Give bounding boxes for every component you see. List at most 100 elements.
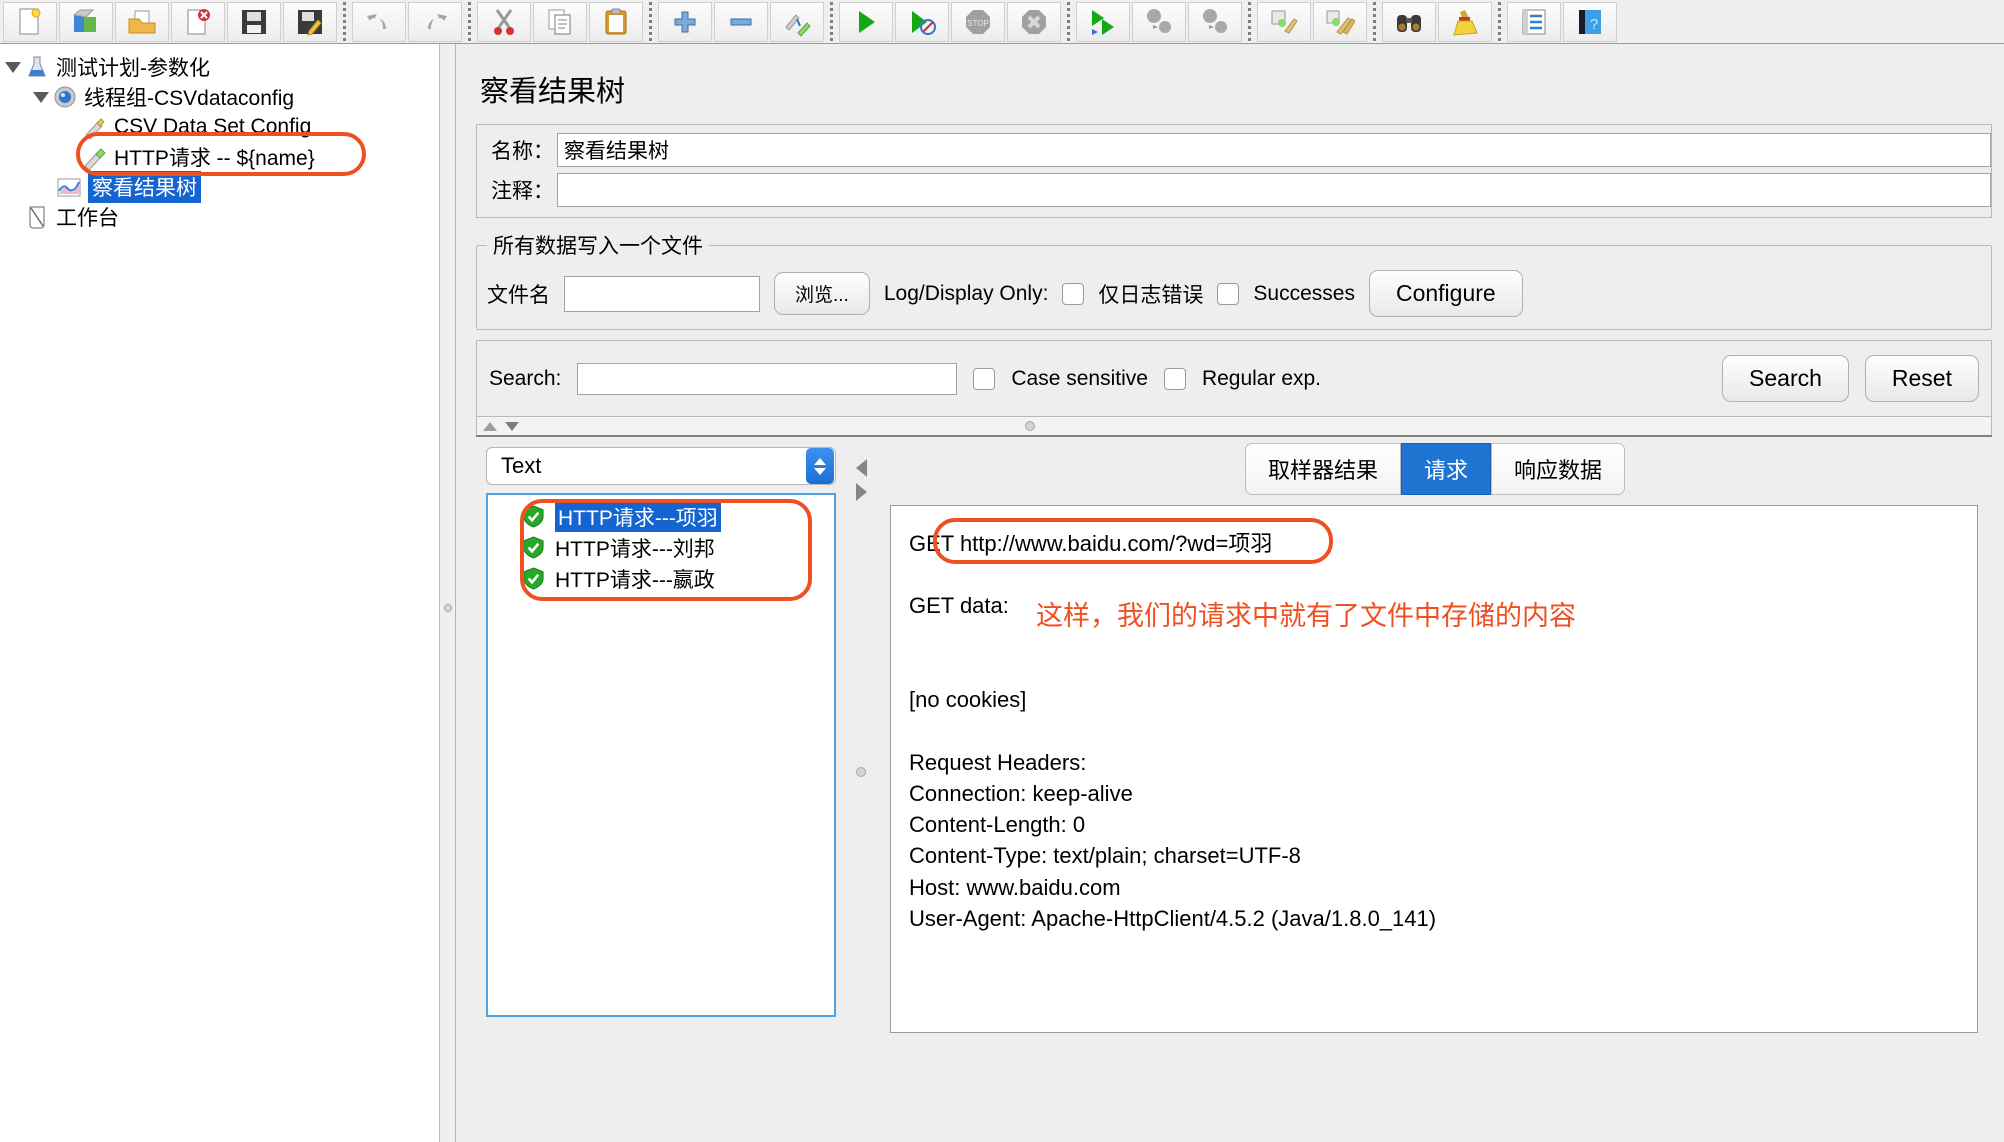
config-element-icon xyxy=(85,118,105,140)
paste-button[interactable] xyxy=(589,1,643,42)
plus-icon xyxy=(674,11,696,32)
collapse-all-button[interactable] xyxy=(714,1,768,42)
tree-node-csv-data-set-config[interactable]: CSV Data Set Config xyxy=(0,112,439,142)
horizontal-splitter[interactable] xyxy=(476,417,1992,435)
new-test-plan-button[interactable] xyxy=(3,1,57,42)
main-body: 测试计划-参数化 线程组-CSVdataconfig CSV Data Set … xyxy=(0,44,2004,1142)
save-as-button[interactable] xyxy=(283,1,337,42)
tree-node-test-plan[interactable]: 测试计划-参数化 xyxy=(0,52,439,82)
comment-row: 注释： xyxy=(477,173,1991,207)
results-list-pane: Text HTTP请求---项羽 HTTP请求---刘邦 HTTP请求---嬴政 xyxy=(476,437,844,1031)
tree-expander[interactable] xyxy=(30,91,52,103)
yellow-broom-icon xyxy=(1453,9,1478,36)
undo-button[interactable] xyxy=(352,1,406,42)
tree-node-label: 测试计划-参数化 xyxy=(56,57,210,80)
search-input[interactable] xyxy=(577,362,958,395)
stop-button[interactable]: STOP xyxy=(951,1,1005,42)
copy-button[interactable] xyxy=(533,1,587,42)
vertical-splitter[interactable] xyxy=(440,44,456,1142)
toolbar-separator xyxy=(1248,1,1251,42)
tab-response-data[interactable]: 响应数据 xyxy=(1491,443,1626,495)
open-button[interactable] xyxy=(115,1,169,42)
tree-expander[interactable] xyxy=(2,61,24,73)
search-submit-button[interactable]: Search xyxy=(1722,355,1849,402)
tab-sampler-result[interactable]: 取样器结果 xyxy=(1244,443,1401,495)
tree-node-view-results-tree[interactable]: 察看结果树 xyxy=(0,171,439,203)
collapse-down-icon[interactable] xyxy=(505,421,519,431)
request-line xyxy=(909,653,1977,684)
remote-shutdown-all-icon xyxy=(1203,8,1227,33)
list-item-label: HTTP请求---刘邦 xyxy=(555,537,715,561)
remote-stop-all-button[interactable] xyxy=(1132,1,1186,42)
function-helper-button[interactable] xyxy=(1507,1,1561,42)
success-shield-icon xyxy=(523,505,544,528)
expand-all-button[interactable] xyxy=(658,1,712,42)
collapse-right-icon[interactable] xyxy=(855,483,867,501)
configure-button[interactable]: Configure xyxy=(1368,270,1523,317)
redo-button[interactable] xyxy=(408,1,462,42)
page-title: 察看结果树 xyxy=(480,76,626,108)
clipboard-paste-icon xyxy=(605,8,627,34)
copy-icon xyxy=(548,9,571,34)
toolbar-separator xyxy=(468,1,471,42)
save-button[interactable] xyxy=(227,1,281,42)
comment-label: 注释： xyxy=(491,180,554,203)
chevron-updown-icon[interactable] xyxy=(806,448,834,484)
tree-node-label: 察看结果树 xyxy=(88,171,201,203)
search-reset-button[interactable]: Reset xyxy=(1864,355,1979,402)
successes-checkbox[interactable] xyxy=(1217,282,1240,305)
toggle-button[interactable] xyxy=(770,1,824,42)
browse-button[interactable]: 浏览... xyxy=(774,272,870,315)
templates-icon xyxy=(72,9,96,32)
splitter-knob[interactable] xyxy=(856,767,866,777)
tree-node-label: CSV Data Set Config xyxy=(114,115,312,138)
list-item[interactable]: HTTP请求---刘邦 xyxy=(488,532,834,563)
new-document-icon xyxy=(19,8,41,34)
sampler-results-list[interactable]: HTTP请求---项羽 HTTP请求---刘邦 HTTP请求---嬴政 xyxy=(486,493,836,1017)
remote-shutdown-all-button[interactable] xyxy=(1188,1,1242,42)
shutdown-button[interactable] xyxy=(1007,1,1061,42)
templates-button[interactable] xyxy=(59,1,113,42)
tab-request[interactable]: 请求 xyxy=(1400,443,1491,495)
tree-node-thread-group[interactable]: 线程组-CSVdataconfig xyxy=(0,82,439,112)
toolbar-separator xyxy=(1498,1,1501,42)
start-no-timers-button[interactable] xyxy=(895,1,949,42)
comment-input[interactable] xyxy=(557,173,1991,207)
help-button[interactable]: ? xyxy=(1563,1,1617,42)
collapse-up-icon[interactable] xyxy=(483,421,497,431)
case-sensitive-checkbox[interactable] xyxy=(973,367,996,390)
errors-only-checkbox[interactable] xyxy=(1062,282,1085,305)
regular-exp-checkbox[interactable] xyxy=(1163,367,1186,390)
request-content[interactable]: GET http://www.baidu.com/?wd=项羽 GET data… xyxy=(890,505,1978,1033)
search-button[interactable] xyxy=(1382,1,1436,42)
renderer-combo[interactable]: Text xyxy=(486,447,836,485)
list-item[interactable]: HTTP请求---项羽 xyxy=(488,501,834,532)
reset-search-button[interactable] xyxy=(1438,1,1492,42)
list-item[interactable]: HTTP请求---嬴政 xyxy=(488,563,834,594)
request-line: Request Headers: xyxy=(909,749,1087,775)
list-item-label: HTTP请求---项羽 xyxy=(555,501,721,532)
cut-button[interactable] xyxy=(477,1,531,42)
request-line xyxy=(909,559,1977,590)
clear-broom-icon xyxy=(1271,10,1298,34)
name-input[interactable]: 察看结果树 xyxy=(557,133,1991,167)
request-line xyxy=(909,715,1977,746)
splitter-knob[interactable] xyxy=(444,604,452,612)
annotation-text: 这样，我们的请求中就有了文件中存储的内容 xyxy=(1036,601,1576,631)
clear-button[interactable] xyxy=(1257,1,1311,42)
tree-node-workbench[interactable]: 工作台 xyxy=(0,202,439,232)
close-button[interactable] xyxy=(171,1,225,42)
splitter-knob[interactable] xyxy=(1025,421,1035,431)
test-plan-tree[interactable]: 测试计划-参数化 线程组-CSVdataconfig CSV Data Set … xyxy=(0,44,440,1142)
start-button[interactable] xyxy=(839,1,893,42)
errors-only-label: 仅日志错误 xyxy=(1098,283,1204,307)
collapse-left-icon[interactable] xyxy=(855,459,867,477)
stop-sign-icon: STOP xyxy=(966,9,990,34)
filename-input[interactable] xyxy=(564,275,760,312)
case-sensitive-label: Case sensitive xyxy=(1011,366,1148,390)
remote-start-all-button[interactable] xyxy=(1076,1,1130,42)
tree-node-http-request[interactable]: HTTP请求 -- ${name} xyxy=(0,142,439,172)
clear-all-button[interactable] xyxy=(1313,1,1367,42)
open-folder-icon xyxy=(128,10,156,33)
results-splitter[interactable] xyxy=(844,437,878,1031)
